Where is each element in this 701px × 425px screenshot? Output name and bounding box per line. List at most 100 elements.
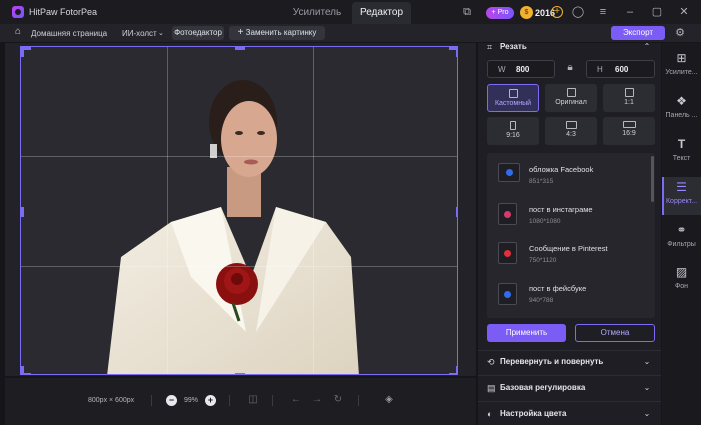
crop-handle[interactable] [235, 373, 245, 374]
color-palette-icon: ◐ [487, 409, 493, 419]
grid-line [21, 266, 457, 267]
crop-handle[interactable] [456, 366, 457, 374]
ratio-original[interactable]: Оригинал [545, 84, 597, 112]
photo-editor-chip[interactable]: Фотоедактор [172, 26, 224, 40]
filters-icon: ⚭ [676, 223, 687, 237]
grid-line [167, 47, 168, 374]
user-icon[interactable]: ◯ [571, 5, 585, 19]
width-field[interactable]: W 800 [487, 60, 555, 78]
height-label: H [597, 65, 603, 74]
crop-handle[interactable] [235, 47, 245, 50]
ratio-custom[interactable]: Кастомный [487, 84, 539, 112]
landscape-icon [565, 121, 577, 129]
preset-size: 1080*1080 [529, 218, 561, 225]
zoom-in-button[interactable]: + [205, 395, 216, 406]
undo-icon[interactable]: ← [290, 394, 302, 406]
preset-title[interactable]: пост в инстаграме [529, 205, 593, 214]
divider [358, 395, 359, 406]
image-icon [566, 88, 576, 97]
export-button[interactable]: Экспорт [611, 26, 665, 40]
close-icon[interactable]: ✕ [677, 5, 691, 19]
layers-icon[interactable]: ◈ [383, 394, 395, 406]
sidebar-item-panel[interactable]: ❖ Панель ... [662, 93, 701, 127]
divider [151, 395, 152, 406]
compare-icon[interactable]: ◫ [247, 394, 259, 406]
color-adjust-section[interactable]: Настройка цвета [500, 409, 566, 418]
tab-editor[interactable]: Редактор [352, 2, 411, 24]
tab-enhancer[interactable]: Усилитель [280, 2, 354, 24]
sidebar-item-filters[interactable]: ⚭ Фильтры [662, 222, 701, 256]
facebook-post-thumb[interactable] [498, 283, 517, 305]
home-icon[interactable]: ⌂ [15, 27, 25, 37]
sidebar-item-text[interactable]: T Текст [662, 136, 701, 170]
chevron-down-icon[interactable]: ⌄ [642, 357, 652, 367]
chevron-down-icon[interactable]: ⌄ [158, 29, 164, 37]
grid-line [313, 47, 314, 374]
basic-adjust-section[interactable]: Базовая регулировка [500, 383, 585, 392]
minimize-icon[interactable]: – [623, 5, 637, 19]
replace-image-button[interactable]: + Заменить картинку [229, 26, 325, 40]
crop-section-title: Резать [500, 42, 527, 51]
facebook-cover-thumb[interactable] [498, 163, 520, 182]
chevron-up-icon[interactable]: ⌃ [642, 42, 652, 52]
maximize-icon[interactable]: ▢ [650, 5, 664, 19]
flip-rotate-section[interactable]: Перевернуть и повернуть [500, 357, 603, 366]
background-icon: ▨ [675, 265, 688, 279]
apply-button[interactable]: Применить [487, 324, 566, 342]
ai-canvas-menu[interactable]: ИИ-холст [122, 29, 157, 38]
cancel-button[interactable]: Отмена [575, 324, 655, 342]
instagram-icon [504, 211, 511, 218]
crop-handle[interactable] [21, 366, 24, 374]
replace-image-label: Заменить картинку [245, 28, 317, 37]
crop-handle[interactable] [456, 207, 457, 217]
zoom-out-button[interactable]: − [166, 395, 177, 406]
lock-icon[interactable]: 🔒︎ [564, 62, 576, 76]
preset-title[interactable]: пост в фейсбуке [529, 284, 586, 293]
basic-adjust-icon: ▤ [487, 383, 496, 393]
sidebar-item-adjust[interactable]: ☰ Коррект... [662, 177, 701, 215]
photo [21, 47, 457, 374]
zoom-level: 99% [184, 397, 199, 404]
chevron-down-icon[interactable]: ⌄ [642, 383, 652, 393]
grid-line [21, 156, 457, 157]
app-logo-icon [12, 6, 24, 18]
image-size-readout: 800px × 600px [88, 397, 135, 404]
ratio-1-1[interactable]: 1:1 [603, 84, 655, 112]
sidebar-item-background[interactable]: ▨ Фон [662, 264, 701, 298]
chevron-down-icon[interactable]: ⌄ [642, 409, 652, 419]
reset-icon[interactable]: ↻ [332, 394, 344, 406]
add-image-icon: ⊞ [676, 51, 687, 65]
crop-handle[interactable] [21, 207, 24, 217]
plus-icon: + [237, 27, 244, 38]
divider [478, 401, 661, 402]
settings-icon[interactable]: ⚙ [673, 26, 687, 40]
crop-handle[interactable] [456, 47, 457, 57]
crop-icon: ⌗ [487, 42, 493, 52]
crop-frame[interactable] [20, 46, 458, 375]
width-value[interactable]: 800 [516, 65, 529, 74]
panel-grid-icon: ❖ [676, 94, 687, 108]
preset-size: 851*315 [529, 178, 554, 185]
facebook-icon [506, 169, 513, 176]
height-field[interactable]: H 600 [586, 60, 655, 78]
ratio-16-9[interactable]: 16:9 [603, 117, 655, 145]
sidebar-item-enhancer[interactable]: ⊞ Усилите... [662, 50, 701, 84]
width-label: W [498, 65, 506, 74]
preset-scrollbar[interactable] [651, 156, 654, 202]
ratio-9-16[interactable]: 9:16 [487, 117, 539, 145]
redo-icon[interactable]: → [311, 394, 323, 406]
height-value[interactable]: 600 [615, 65, 628, 74]
preset-title[interactable]: Сообщение в Pinterest [529, 244, 608, 253]
crop-handle[interactable] [21, 47, 24, 57]
add-coins-button[interactable]: + [551, 6, 563, 18]
app-title: HitPaw FotorPea [29, 7, 98, 17]
ratio-4-3[interactable]: 4:3 [545, 117, 597, 145]
pro-badge[interactable]: + Pro [486, 7, 514, 19]
instagram-post-thumb[interactable] [498, 203, 517, 225]
menu-icon[interactable]: ≡ [596, 5, 610, 19]
preset-title[interactable]: обложка Facebook [529, 165, 593, 174]
pinterest-post-thumb[interactable] [498, 242, 517, 264]
window-icon[interactable]: ⧉ [460, 5, 474, 19]
home-link[interactable]: Домашняя страница [31, 29, 107, 38]
divider [272, 395, 273, 406]
